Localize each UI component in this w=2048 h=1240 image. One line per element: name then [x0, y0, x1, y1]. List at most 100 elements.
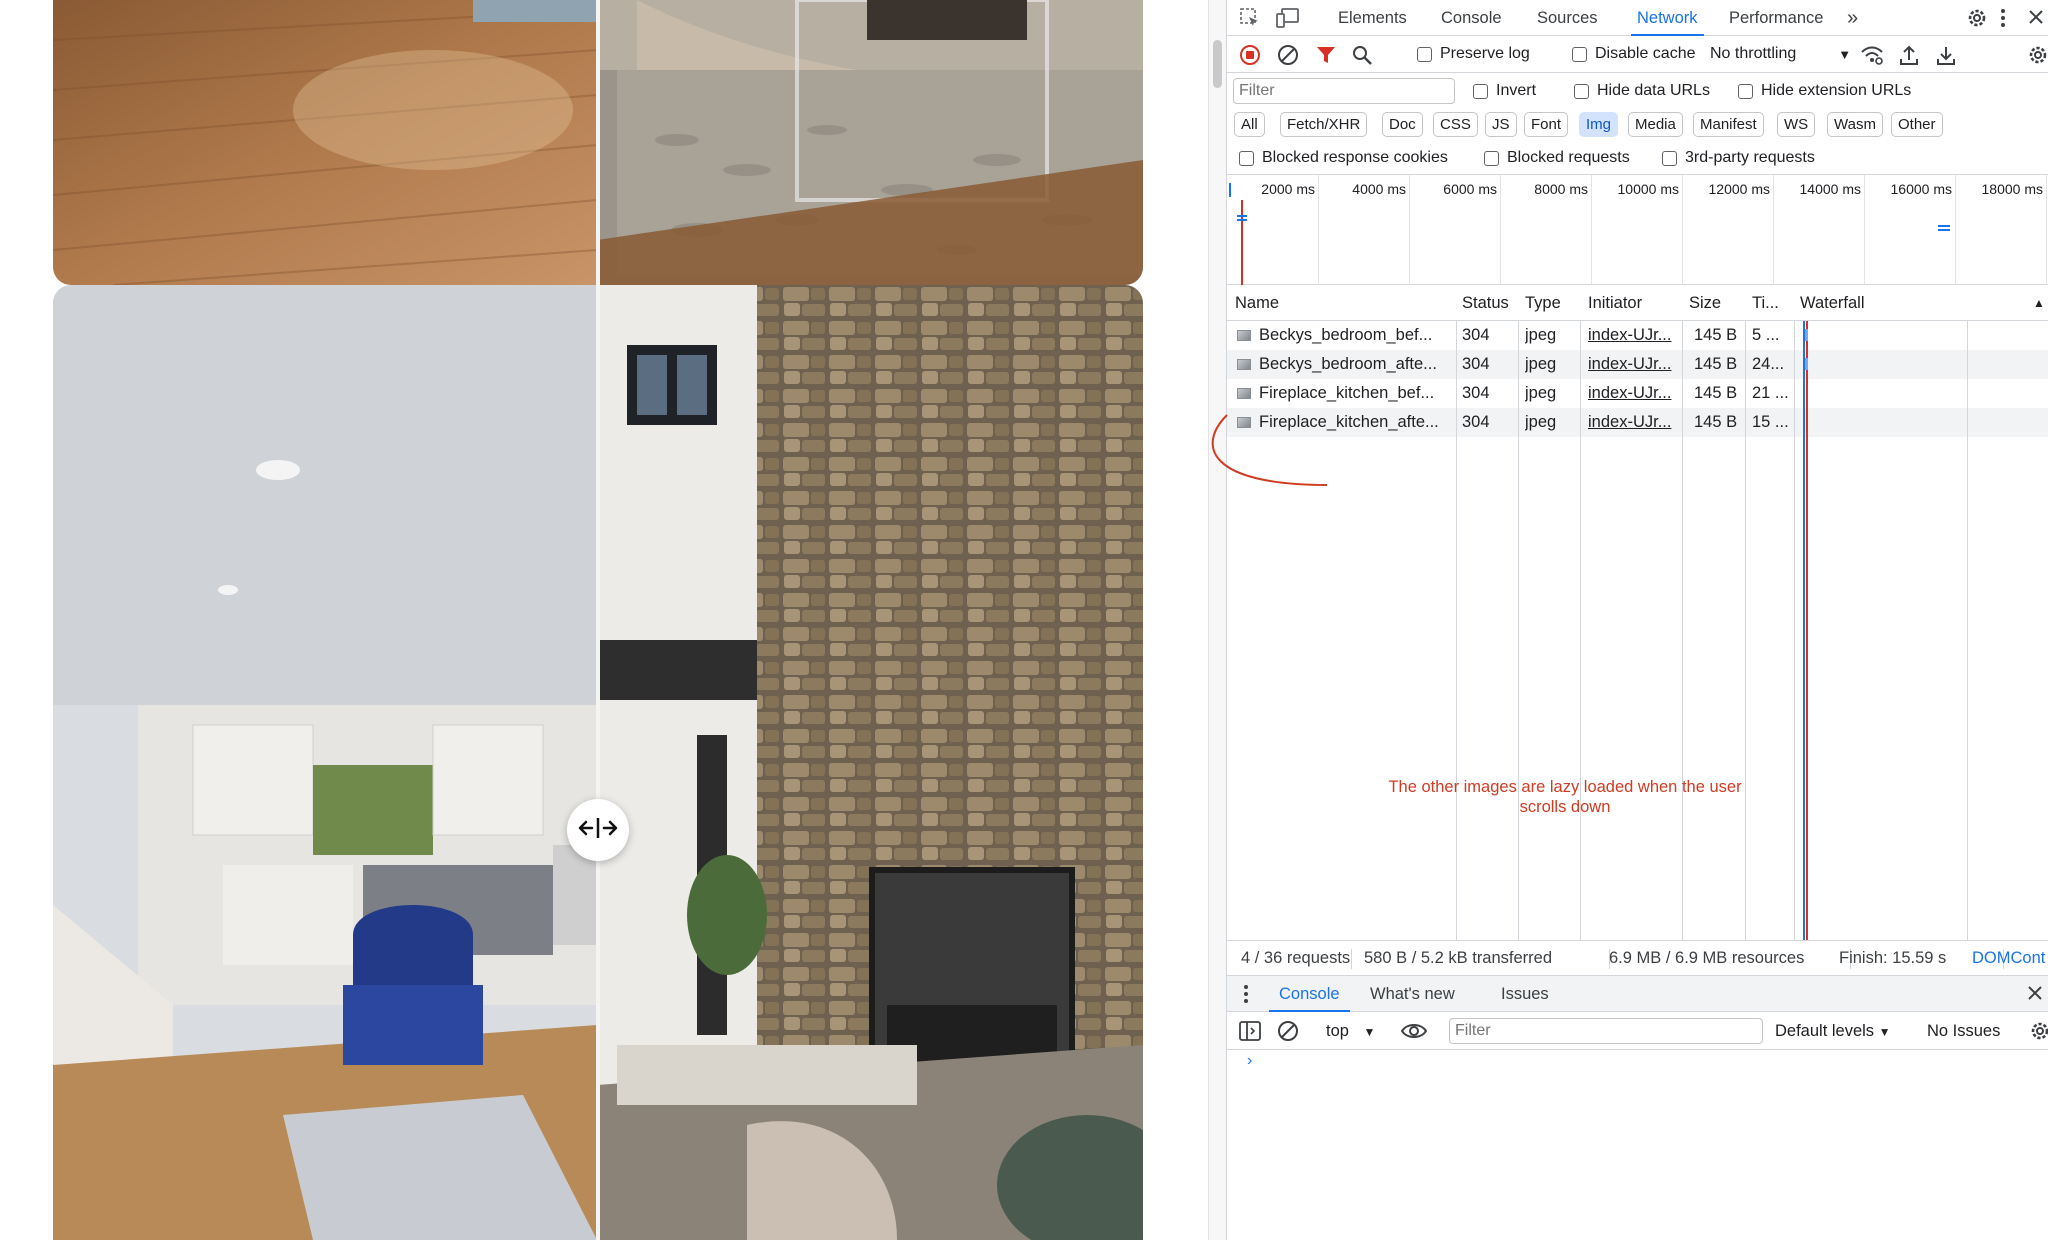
column-header-initiator[interactable]: Initiator [1588, 285, 1642, 321]
request-type: jpeg [1525, 355, 1557, 373]
console-settings-gear-icon[interactable] [2029, 1020, 2048, 1042]
search-icon[interactable] [1351, 44, 1373, 66]
console-prompt-chevron-icon[interactable]: › [1247, 1052, 1252, 1070]
type-filter-manifest[interactable]: Manifest [1693, 112, 1764, 137]
network-conditions-wifi-icon[interactable] [1860, 44, 1884, 66]
before-after-slider-bedroom[interactable] [53, 0, 1143, 285]
type-filter-font[interactable]: Font [1524, 112, 1569, 137]
chevron-down-icon: ▼ [1838, 46, 1852, 62]
slider-divider[interactable] [596, 0, 600, 285]
request-row[interactable]: Fireplace_kitchen_afte... 304 jpeg index… [1227, 408, 2048, 437]
type-filter-doc[interactable]: Doc [1382, 112, 1423, 137]
type-filter-wasm[interactable]: Wasm [1827, 112, 1883, 137]
device-toolbar-icon[interactable] [1276, 7, 1300, 29]
disable-cache-label: Disable cache [1595, 45, 1696, 62]
request-row[interactable]: Fireplace_kitchen_bef... 304 jpeg index-… [1227, 379, 2048, 408]
third-party-requests-checkbox[interactable]: 3rd-party requests [1662, 149, 1815, 167]
issues-counter[interactable]: No Issues [1927, 1012, 2000, 1050]
request-row[interactable]: Beckys_bedroom_afte... 304 jpeg index-UJ… [1227, 350, 2048, 379]
network-filter-input[interactable] [1233, 78, 1455, 104]
throttling-select[interactable]: No throttling ▼ [1710, 45, 1851, 63]
blocked-requests-checkbox[interactable]: Blocked requests [1484, 149, 1630, 167]
import-har-upload-icon[interactable] [1899, 44, 1919, 66]
overview-tick-label: 8000 ms [1534, 181, 1588, 197]
slider-divider[interactable] [596, 285, 600, 1240]
request-initiator-link[interactable]: index-UJr... [1588, 408, 1680, 437]
clear-console-icon[interactable] [1277, 1020, 1299, 1042]
network-summary-bar: 4 / 36 requests 580 B / 5.2 kB transferr… [1227, 940, 2048, 976]
type-filter-all[interactable]: All [1234, 112, 1265, 137]
hide-data-urls-checkbox[interactable]: Hide data URLs [1574, 82, 1710, 100]
page-scrollbar[interactable] [1208, 0, 1226, 1240]
export-har-download-icon[interactable] [1936, 44, 1956, 66]
request-name[interactable]: Beckys_bedroom_bef... [1259, 321, 1453, 350]
console-filter-input[interactable] [1449, 1018, 1763, 1044]
invert-checkbox[interactable]: Invert [1473, 82, 1536, 100]
type-filter-ws[interactable]: WS [1777, 112, 1816, 137]
network-settings-gear-icon[interactable] [2027, 44, 2048, 66]
close-devtools-icon[interactable] [2027, 8, 2045, 26]
column-header-name[interactable]: Name [1235, 285, 1279, 321]
checkbox-box [1662, 150, 1677, 166]
kebab-menu-icon[interactable] [1999, 7, 2007, 29]
tab-sources[interactable]: Sources [1537, 0, 1598, 36]
request-name[interactable]: Beckys_bedroom_afte... [1259, 350, 1453, 379]
before-after-slider-fireplace[interactable] [53, 285, 1143, 1240]
scrollbar-thumb[interactable] [1213, 40, 1222, 88]
console-sidebar-icon[interactable] [1239, 1021, 1261, 1041]
overview-tick-label: 18000 ms [1981, 181, 2043, 197]
record-stop-icon[interactable] [1239, 44, 1261, 66]
type-filter-media[interactable]: Media [1628, 112, 1683, 137]
chevron-down-icon: ▼ [1363, 1025, 1376, 1039]
column-header-time[interactable]: Ti... [1752, 285, 1779, 321]
tab-network[interactable]: Network [1631, 0, 1704, 36]
preserve-log-label: Preserve log [1440, 45, 1530, 62]
drawer-tab-console[interactable]: Console [1269, 976, 1350, 1012]
hide-extension-urls-checkbox[interactable]: Hide extension URLs [1738, 82, 1911, 100]
type-filter-img[interactable]: Img [1579, 112, 1619, 137]
request-status: 304 [1462, 384, 1490, 402]
drawer-tab-whats-new[interactable]: What's new [1370, 976, 1455, 1012]
tab-console[interactable]: Console [1441, 0, 1502, 36]
image-file-icon [1237, 388, 1251, 399]
request-name[interactable]: Fireplace_kitchen_bef... [1259, 379, 1453, 408]
column-header-size[interactable]: Size [1689, 285, 1721, 321]
type-filter-other[interactable]: Other [1891, 112, 1943, 137]
blocked-response-cookies-checkbox[interactable]: Blocked response cookies [1239, 149, 1448, 167]
type-filter-js[interactable]: JS [1485, 112, 1517, 137]
before-image-kitchen [53, 285, 597, 1240]
column-header-type[interactable]: Type [1525, 285, 1561, 321]
filter-funnel-icon[interactable] [1315, 44, 1337, 66]
console-toolbar: top ▼ Default levels ▼ No Issues [1227, 1012, 2048, 1050]
type-filter-css[interactable]: CSS [1433, 112, 1478, 137]
live-expression-eye-icon[interactable] [1401, 1020, 1427, 1042]
preserve-log-checkbox[interactable]: Preserve log [1417, 45, 1530, 63]
image-file-icon [1237, 330, 1251, 341]
log-levels-select[interactable]: Default levels ▼ [1775, 1012, 1891, 1050]
checkbox-box [1473, 83, 1488, 99]
inspect-element-icon[interactable] [1239, 7, 1261, 29]
disable-cache-checkbox[interactable]: Disable cache [1572, 45, 1696, 63]
request-initiator-link[interactable]: index-UJr... [1588, 379, 1680, 408]
summary-requests: 4 / 36 requests [1241, 949, 1351, 967]
tab-performance[interactable]: Performance [1729, 0, 1823, 36]
sort-up-icon[interactable]: ▲ [2033, 285, 2045, 321]
tab-elements[interactable]: Elements [1338, 0, 1407, 36]
drawer-tab-issues[interactable]: Issues [1501, 976, 1549, 1012]
column-header-waterfall[interactable]: Waterfall [1800, 285, 1865, 321]
request-initiator-link[interactable]: index-UJr... [1588, 350, 1680, 379]
request-initiator-link[interactable]: index-UJr... [1588, 321, 1680, 350]
network-overview-timeline[interactable]: 2000 ms 4000 ms 6000 ms 8000 ms 10000 ms… [1227, 175, 2048, 285]
load-event-line [1241, 200, 1243, 285]
console-context-select[interactable]: top ▼ [1326, 1012, 1375, 1050]
clear-icon[interactable] [1277, 44, 1299, 66]
column-header-status[interactable]: Status [1462, 285, 1509, 321]
overview-gridline [1864, 175, 1865, 285]
type-filter-fetch-xhr[interactable]: Fetch/XHR [1280, 112, 1368, 137]
drawer-menu-icon[interactable] [1243, 983, 1249, 1005]
settings-gear-icon[interactable] [1966, 7, 1988, 29]
slider-handle[interactable] [567, 799, 629, 861]
more-tabs-chevron-icon[interactable]: » [1847, 0, 1858, 36]
request-row[interactable]: Beckys_bedroom_bef... 304 jpeg index-UJr… [1227, 321, 2048, 350]
close-drawer-icon[interactable] [2027, 985, 2043, 1001]
